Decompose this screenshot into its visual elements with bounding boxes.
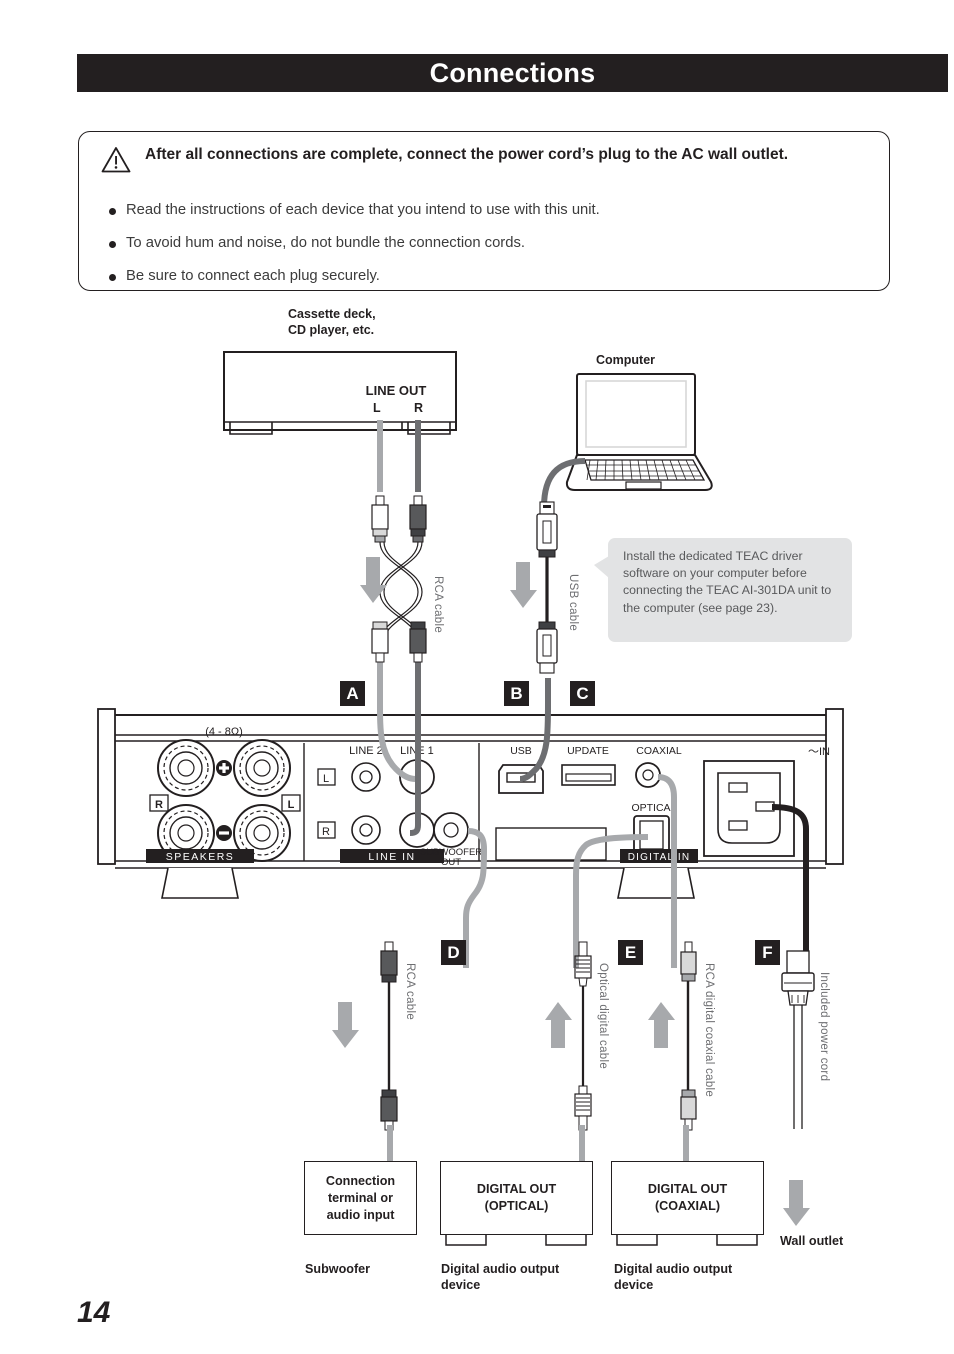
notice-bullet-1: Read the instructions of each device tha… — [126, 202, 600, 218]
notice-bullet-2: To avoid hum and noise, do not bundle th… — [126, 234, 525, 251]
rca-subwoofer-cable-label: RCA cable — [404, 963, 416, 1021]
optical-caption: Digital audio output device — [441, 1261, 559, 1294]
usb-plug-type-a — [536, 501, 558, 558]
callout-tail-icon — [594, 556, 609, 578]
list-item: To avoid hum and noise, do not bundle th… — [109, 234, 869, 254]
direction-arrow-down-icon — [332, 1002, 359, 1048]
wall-outlet-label: Wall outlet — [780, 1234, 844, 1248]
notice-heading-text: After all connections are complete, conn… — [145, 146, 789, 163]
panel-cable-routing — [377, 703, 809, 968]
badge-f: F — [755, 940, 780, 965]
coaxial-box-line2: (COAXIAL) — [654, 1199, 721, 1213]
notice-box: After all connections are complete, conn… — [78, 131, 890, 291]
optical-box-line1: DIGITAL OUT — [476, 1182, 557, 1196]
list-item: Be sure to connect each plug securely. — [109, 267, 869, 287]
usb-cable-label: USB cable — [567, 574, 579, 632]
optical-box-line2: (OPTICAL) — [484, 1199, 549, 1213]
coaxial-box-line1: DIGITAL OUT — [647, 1182, 728, 1196]
coaxial-cable-label: RCA digital coaxial cable — [703, 963, 715, 1098]
direction-arrow-down-icon — [360, 557, 387, 603]
direction-arrow-up-icon — [545, 1002, 572, 1048]
power-cord-illustration — [781, 950, 815, 1129]
notice-heading-row: After all connections are complete, conn… — [101, 144, 871, 173]
rca-subwoofer-cable-illustration — [380, 941, 398, 1131]
direction-arrow-down-icon — [510, 562, 537, 608]
coaxial-caption-line1: Digital audio output — [614, 1262, 733, 1276]
list-item: Read the instructions of each device tha… — [109, 201, 869, 221]
optical-caption-line2: device — [441, 1278, 481, 1293]
line-out-right-label: R — [414, 401, 424, 415]
bullet-dot-icon — [109, 240, 116, 248]
subwoofer-caption: Subwoofer — [305, 1262, 371, 1276]
line-out-label: LINE OUT — [365, 383, 427, 398]
coaxial-target-box: DIGITAL OUT (COAXIAL) — [611, 1161, 764, 1235]
rca-plug-white-bottom — [371, 621, 389, 663]
page-number: 14 — [77, 1296, 111, 1329]
optical-target-box: DIGITAL OUT (OPTICAL) — [440, 1161, 593, 1235]
subwoofer-box-line2: terminal or — [327, 1190, 394, 1205]
notice-bullet-list: Read the instructions of each device tha… — [109, 201, 869, 300]
subwoofer-box-line3: audio input — [326, 1207, 395, 1222]
notice-bullet-3: Be sure to connect each plug securely. — [126, 267, 380, 284]
source-device-label: Cassette deck, CD player, etc. — [288, 307, 376, 338]
warning-triangle-icon — [101, 147, 131, 173]
computer-label: Computer — [596, 353, 656, 367]
subwoofer-target-box: Connection terminal or audio input — [304, 1161, 417, 1235]
power-cord-label: Included power cord — [818, 972, 830, 1082]
coaxial-caption: Digital audio output device — [614, 1261, 732, 1294]
rca-plug-dark-top — [409, 495, 427, 543]
bullet-dot-icon — [109, 208, 116, 215]
direction-arrow-up-icon — [648, 1002, 675, 1048]
optical-device-feet — [445, 1235, 587, 1246]
optical-caption-line1: Digital audio output — [441, 1262, 560, 1276]
usb-plug-type-b — [536, 621, 558, 674]
badge-d: D — [441, 940, 466, 965]
bullet-dot-icon — [109, 273, 116, 281]
subwoofer-box-line1: Connection — [325, 1173, 396, 1188]
coaxial-caption-line2: device — [614, 1278, 654, 1293]
manual-page: Connections After all connections are co… — [0, 0, 954, 1354]
coaxial-device-feet — [616, 1235, 758, 1246]
badge-e: E — [618, 940, 643, 965]
page-title: Connections — [429, 57, 596, 88]
rca-plug-dark-bottom — [409, 621, 427, 663]
rca-cable-top-label: RCA cable — [432, 576, 444, 634]
rca-plug-white-top — [371, 495, 389, 543]
direction-arrow-down-icon — [783, 1180, 810, 1226]
line-out-left-label: L — [373, 401, 381, 415]
optical-cable-label: Optical digital cable — [597, 963, 609, 1070]
driver-install-callout: Install the dedicated TEAC driver softwa… — [594, 538, 852, 642]
page-header-bar: Connections — [77, 54, 948, 92]
driver-install-callout-text: Install the dedicated TEAC driver softwa… — [623, 549, 832, 615]
